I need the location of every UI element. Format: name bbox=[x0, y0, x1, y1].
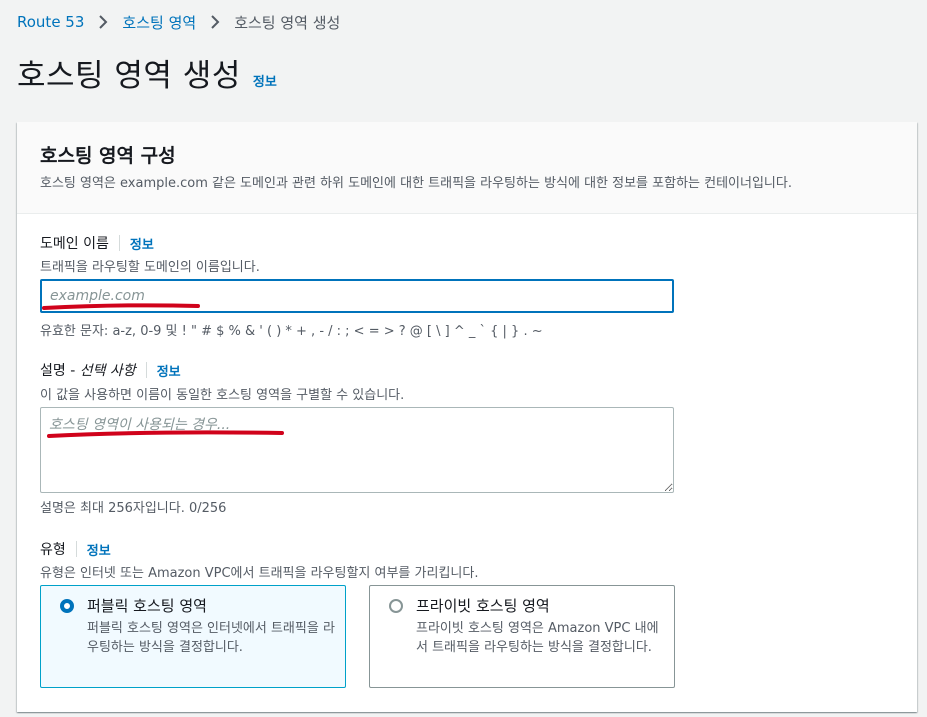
radio-selected-icon[interactable] bbox=[60, 599, 74, 613]
panel-title: 호스팅 영역 구성 bbox=[40, 145, 176, 167]
type-info-link[interactable]: 정보 bbox=[87, 540, 111, 559]
label-divider bbox=[145, 362, 147, 378]
domain-name-description: 트래픽을 라우팅할 도메인의 이름입니다. bbox=[40, 260, 260, 275]
breadcrumb-current: 호스팅 영역 생성 bbox=[234, 13, 341, 32]
option-title: 프라이빗 호스팅 영역 bbox=[416, 597, 550, 615]
description-field-description: 이 값을 사용하면 이름이 동일한 호스팅 영역을 구별할 수 있습니다. bbox=[40, 388, 405, 403]
label-divider bbox=[118, 235, 120, 251]
public-hosted-zone-option[interactable]: 퍼블릭 호스팅 영역 퍼블릭 호스팅 영역은 인터넷에서 트래픽을 라우팅하는 … bbox=[40, 585, 346, 688]
breadcrumb-hosted-zones-link[interactable]: 호스팅 영역 bbox=[122, 12, 196, 33]
domain-name-input[interactable] bbox=[40, 279, 674, 313]
description-label-text: 설명 - bbox=[40, 363, 80, 379]
chevron-right-icon bbox=[206, 13, 224, 31]
description-optional-text: 선택 사항 bbox=[79, 363, 136, 379]
domain-name-constraint: 유효한 문자: a-z, 0-9 및 ! " # $ % & ' ( ) * +… bbox=[40, 324, 543, 339]
chevron-right-icon bbox=[94, 13, 112, 31]
breadcrumb: Route 53 호스팅 영역 호스팅 영역 생성 bbox=[17, 11, 340, 33]
domain-name-info-link[interactable]: 정보 bbox=[130, 234, 154, 253]
domain-name-label: 도메인 이름 정보 bbox=[40, 233, 154, 253]
radio-unselected-icon[interactable] bbox=[389, 599, 403, 613]
option-title: 퍼블릭 호스팅 영역 bbox=[87, 597, 207, 615]
breadcrumb-route53-link[interactable]: Route 53 bbox=[17, 13, 84, 31]
type-label: 유형 정보 bbox=[40, 539, 111, 559]
panel-header: 호스팅 영역 구성 호스팅 영역은 example.com 같은 도메인과 관련… bbox=[17, 122, 917, 214]
private-hosted-zone-option[interactable]: 프라이빗 호스팅 영역 프라이빗 호스팅 영역은 Amazon VPC 내에서 … bbox=[369, 585, 675, 688]
option-description: 프라이빗 호스팅 영역은 Amazon VPC 내에서 트래픽을 라우팅하는 방… bbox=[416, 621, 659, 655]
description-constraint: 설명은 최대 256자입니다. 0/256 bbox=[40, 501, 227, 516]
description-textarea[interactable] bbox=[40, 407, 674, 493]
type-description: 유형은 인터넷 또는 Amazon VPC에서 트래픽을 라우팅할지 여부를 가… bbox=[40, 566, 479, 581]
option-description: 퍼블릭 호스팅 영역은 인터넷에서 트래픽을 라우팅하는 방식을 결정합니다. bbox=[87, 621, 335, 655]
label-divider bbox=[75, 541, 77, 557]
type-label-text: 유형 bbox=[40, 542, 66, 558]
page-title: 호스팅 영역 생성 bbox=[17, 58, 241, 94]
description-info-link[interactable]: 정보 bbox=[157, 361, 181, 380]
page-header: 호스팅 영역 생성 정보 bbox=[17, 54, 277, 98]
hosted-zone-config-panel: 호스팅 영역 구성 호스팅 영역은 example.com 같은 도메인과 관련… bbox=[17, 122, 917, 712]
page-info-link[interactable]: 정보 bbox=[253, 71, 277, 90]
domain-name-label-text: 도메인 이름 bbox=[40, 236, 109, 252]
description-label: 설명 - 선택 사항 정보 bbox=[40, 360, 181, 380]
panel-description: 호스팅 영역은 example.com 같은 도메인과 관련 하위 도메인에 대… bbox=[40, 176, 792, 191]
